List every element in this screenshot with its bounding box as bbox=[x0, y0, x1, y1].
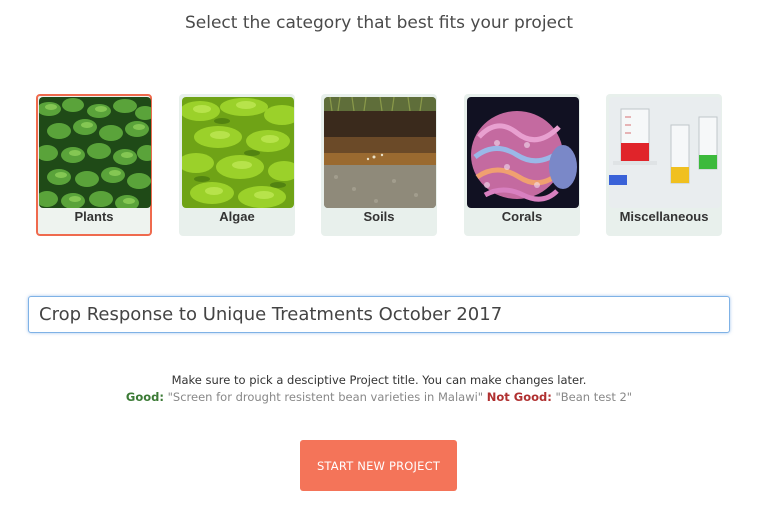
miscellaneous-image bbox=[609, 97, 721, 208]
plants-image bbox=[39, 97, 151, 208]
category-card-algae[interactable]: Algae bbox=[179, 94, 295, 236]
algae-image bbox=[182, 97, 294, 208]
category-label: Plants bbox=[74, 209, 114, 224]
category-label: Soils bbox=[363, 209, 395, 224]
not-good-label: Not Good: bbox=[486, 390, 552, 404]
good-example: "Screen for drought resistent bean varie… bbox=[167, 390, 484, 404]
category-card-soils[interactable]: Soils bbox=[321, 94, 437, 236]
soils-image bbox=[324, 97, 436, 208]
category-label: Algae bbox=[219, 209, 255, 224]
help-line: Make sure to pick a desciptive Project t… bbox=[171, 373, 587, 387]
not-good-example: "Bean test 2" bbox=[555, 390, 633, 404]
category-list: Plants Algae Soils Corals Miscellaneous bbox=[0, 94, 758, 238]
category-card-miscellaneous[interactable]: Miscellaneous bbox=[606, 94, 722, 236]
category-label: Corals bbox=[501, 209, 543, 224]
help-examples: Good: "Screen for drought resistent bean… bbox=[0, 389, 758, 406]
project-title-input[interactable] bbox=[28, 296, 730, 333]
title-help-text: Make sure to pick a desciptive Project t… bbox=[0, 372, 758, 406]
start-new-project-button[interactable]: START NEW PROJECT bbox=[300, 440, 457, 491]
category-card-corals[interactable]: Corals bbox=[464, 94, 580, 236]
corals-image bbox=[467, 97, 579, 208]
category-card-plants[interactable]: Plants bbox=[36, 94, 152, 236]
page-title: Select the category that best fits your … bbox=[184, 13, 574, 33]
category-label: Miscellaneous bbox=[619, 209, 709, 224]
new-project-page: Select the category that best fits your … bbox=[0, 0, 758, 509]
good-label: Good: bbox=[125, 390, 164, 404]
